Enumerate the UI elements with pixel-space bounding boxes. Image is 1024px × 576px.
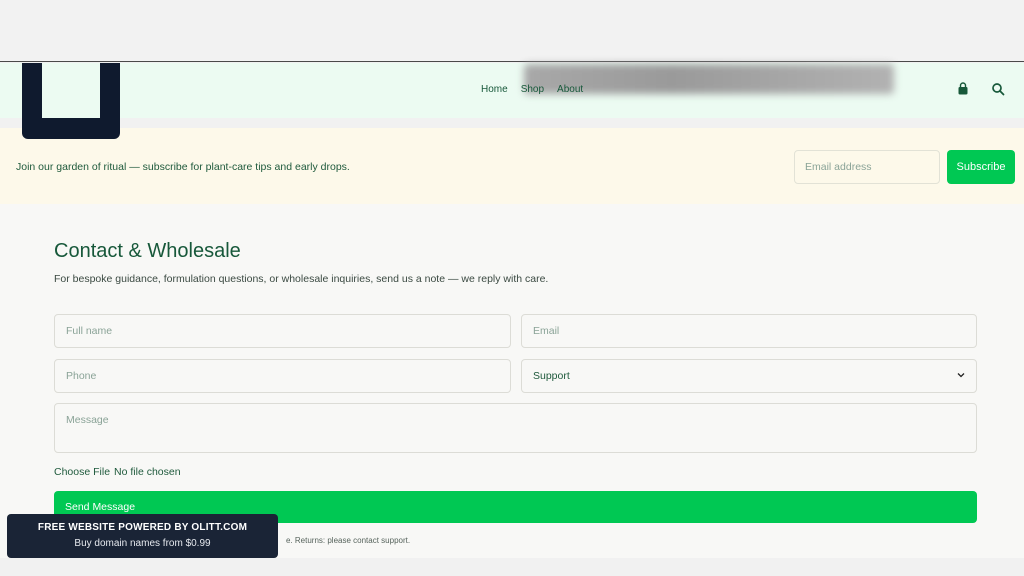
newsletter-email-input[interactable] [794,150,940,184]
file-upload: Choose File No file chosen [54,466,181,478]
subscribe-button[interactable]: Subscribe [947,150,1015,184]
file-status: No file chosen [114,466,181,478]
email-input[interactable] [521,314,977,348]
newsletter-text: Join our garden of ritual — subscribe fo… [16,161,350,173]
browser-top-area [0,0,1024,62]
topic-select[interactable]: Support [521,359,977,393]
olitt-promo-badge[interactable]: FREE WEBSITE POWERED BY OLITT.COM Buy do… [7,514,278,558]
topic-select-value: Support [533,370,570,382]
footnote: e. Returns: please contact support. [286,536,411,545]
nav-home[interactable]: Home [481,84,508,95]
phone-input[interactable] [54,359,511,393]
nav-about[interactable]: About [557,84,583,95]
page-bottom [0,558,1024,576]
badge-title: FREE WEBSITE POWERED BY OLITT.COM [37,522,248,533]
message-textarea[interactable] [54,403,977,453]
full-name-input[interactable] [54,314,511,348]
main-nav: Home Shop About [481,84,583,95]
page-title: Contact & Wholesale [54,240,241,262]
choose-file-button[interactable]: Choose File [54,466,110,478]
badge-subtitle: Buy domain names from $0.99 [74,538,211,549]
nav-shop[interactable]: Shop [521,84,544,95]
chevron-down-icon [957,370,965,382]
site-logo[interactable] [22,63,120,139]
page-subtitle: For bespoke guidance, formulation questi… [54,273,549,285]
search-icon[interactable] [991,82,1005,96]
logo-inner [42,63,100,118]
shopping-bag-icon[interactable] [956,82,970,96]
